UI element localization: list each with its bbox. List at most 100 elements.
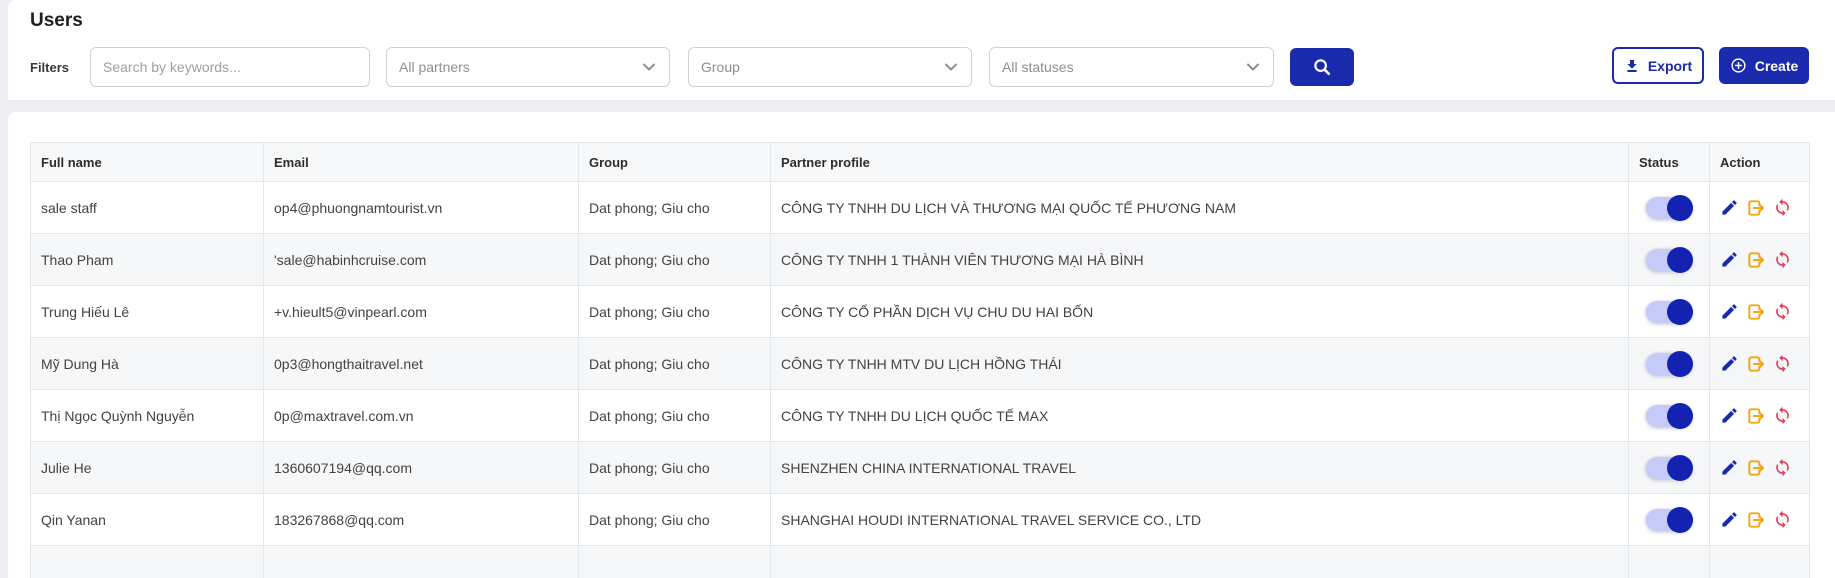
pencil-icon[interactable] xyxy=(1720,406,1739,425)
group-filter-value: Group xyxy=(701,59,740,75)
status-toggle[interactable] xyxy=(1646,405,1692,427)
partner-filter-value: All partners xyxy=(399,59,470,75)
cell-status xyxy=(1629,442,1710,494)
cell-full-name: Thao Pham xyxy=(31,234,264,286)
column-header-partner-profile: Partner profile xyxy=(771,143,1629,182)
column-header-email: Email xyxy=(264,143,579,182)
pencil-icon[interactable] xyxy=(1720,250,1739,269)
cell-action xyxy=(1710,286,1810,338)
cell-full-name: Trung Hiếu Lê xyxy=(31,286,264,338)
cell-partner-profile: CÔNG TY TNHH DU LỊCH VÀ THƯƠNG MẠI QUỐC … xyxy=(771,182,1629,234)
cell-action xyxy=(1710,182,1810,234)
cell-email: op4@phuongnamtourist.vn xyxy=(264,182,579,234)
cell-partner-profile: SHENZHEN CHINA INTERNATIONAL TRAVEL xyxy=(771,442,1629,494)
chevron-down-icon xyxy=(641,59,657,75)
box-arrow-right-icon[interactable] xyxy=(1746,302,1766,322)
refresh-icon[interactable] xyxy=(1773,510,1792,529)
cell-partner-profile: CÔNG TY TNHH DU LỊCH QUỐC TẾ MAX xyxy=(771,390,1629,442)
group-filter-dropdown[interactable]: Group xyxy=(688,47,972,87)
refresh-icon[interactable] xyxy=(1773,458,1792,477)
box-arrow-right-icon[interactable] xyxy=(1746,458,1766,478)
plus-circle-icon xyxy=(1730,57,1747,74)
table-row: Thị Ngọc Quỳnh Nguyễn 0p@maxtravel.com.v… xyxy=(31,390,1810,442)
cell-status xyxy=(1629,182,1710,234)
cell-action xyxy=(1710,390,1810,442)
status-toggle-knob xyxy=(1667,403,1693,429)
refresh-icon[interactable] xyxy=(1773,354,1792,373)
table-body: sale staff op4@phuongnamtourist.vn Dat p… xyxy=(31,182,1810,578)
export-button[interactable]: Export xyxy=(1612,47,1704,84)
pencil-icon[interactable] xyxy=(1720,198,1739,217)
status-toggle-knob xyxy=(1667,455,1693,481)
status-toggle[interactable] xyxy=(1646,249,1692,271)
create-button[interactable]: Create xyxy=(1719,47,1809,84)
refresh-icon[interactable] xyxy=(1773,198,1792,217)
cell-full-name: sale staff xyxy=(31,182,264,234)
cell-email: 'sale@habinhcruise.com xyxy=(264,234,579,286)
cell-group: Dat phong; Giu cho xyxy=(579,442,771,494)
chevron-down-icon xyxy=(1245,59,1261,75)
table-row: Qin Yanan 183267868@qq.com Dat phong; Gi… xyxy=(31,494,1810,546)
box-arrow-right-icon[interactable] xyxy=(1746,354,1766,374)
cell-full-name: Thị Ngọc Quỳnh Nguyễn xyxy=(31,390,264,442)
search-icon xyxy=(1312,57,1332,77)
status-toggle[interactable] xyxy=(1646,353,1692,375)
cell-action xyxy=(1710,494,1810,546)
cell-group: Dat phong; Giu cho xyxy=(579,494,771,546)
pencil-icon[interactable] xyxy=(1720,354,1739,373)
cell-status xyxy=(1629,234,1710,286)
cell-group: Dat phong; Giu cho xyxy=(579,338,771,390)
cell-group: Dat phong; Giu cho xyxy=(579,286,771,338)
status-toggle[interactable] xyxy=(1646,457,1692,479)
table-row: Mỹ Dung Hà 0p3@hongthaitravel.net Dat ph… xyxy=(31,338,1810,390)
cell-email: 0p3@hongthaitravel.net xyxy=(264,338,579,390)
search-button[interactable] xyxy=(1290,48,1354,86)
status-toggle-knob xyxy=(1667,195,1693,221)
page-title: Users xyxy=(30,10,83,32)
status-toggle-knob xyxy=(1667,351,1693,377)
pencil-icon[interactable] xyxy=(1720,458,1739,477)
cell-email: 183267868@qq.com xyxy=(264,494,579,546)
chevron-down-icon xyxy=(943,59,959,75)
status-toggle[interactable] xyxy=(1646,197,1692,219)
table-row: Trung Hiếu Lê +v.hieult5@vinpearl.com Da… xyxy=(31,286,1810,338)
column-header-full-name: Full name xyxy=(31,143,264,182)
cell-status xyxy=(1629,338,1710,390)
create-button-label: Create xyxy=(1755,58,1799,74)
box-arrow-right-icon[interactable] xyxy=(1746,198,1766,218)
cell-email: +v.hieult5@vinpearl.com xyxy=(264,286,579,338)
partner-filter-dropdown[interactable]: All partners xyxy=(386,47,670,87)
table-row: Julie He 1360607194@qq.com Dat phong; Gi… xyxy=(31,442,1810,494)
status-filter-dropdown[interactable]: All statuses xyxy=(989,47,1274,87)
pencil-icon[interactable] xyxy=(1720,302,1739,321)
cell-status xyxy=(1629,494,1710,546)
filters-label: Filters xyxy=(30,60,69,75)
box-arrow-right-icon[interactable] xyxy=(1746,406,1766,426)
cell-partner-profile: SHANGHAI HOUDI INTERNATIONAL TRAVEL SERV… xyxy=(771,494,1629,546)
cell-status xyxy=(1629,286,1710,338)
cell-status xyxy=(1629,390,1710,442)
header-card: Users Filters All partners Group All sta… xyxy=(8,0,1835,100)
pencil-icon[interactable] xyxy=(1720,510,1739,529)
table-row: sale staff op4@phuongnamtourist.vn Dat p… xyxy=(31,182,1810,234)
download-icon xyxy=(1624,58,1640,74)
status-toggle-knob xyxy=(1667,299,1693,325)
search-input[interactable] xyxy=(90,47,370,87)
table-header-row: Full name Email Group Partner profile St… xyxy=(31,143,1810,182)
cell-partner-profile: CÔNG TY TNHH 1 THÀNH VIÊN THƯƠNG MẠI HÀ … xyxy=(771,234,1629,286)
box-arrow-right-icon[interactable] xyxy=(1746,250,1766,270)
status-toggle[interactable] xyxy=(1646,509,1692,531)
export-button-label: Export xyxy=(1648,58,1692,74)
cell-action xyxy=(1710,338,1810,390)
refresh-icon[interactable] xyxy=(1773,406,1792,425)
column-header-group: Group xyxy=(579,143,771,182)
status-toggle-knob xyxy=(1667,247,1693,273)
refresh-icon[interactable] xyxy=(1773,302,1792,321)
refresh-icon[interactable] xyxy=(1773,250,1792,269)
cell-group: Dat phong; Giu cho xyxy=(579,390,771,442)
cell-action xyxy=(1710,234,1810,286)
status-toggle-knob xyxy=(1667,507,1693,533)
cell-partner-profile: CÔNG TY TNHH MTV DU LỊCH HỒNG THÁI xyxy=(771,338,1629,390)
status-toggle[interactable] xyxy=(1646,301,1692,323)
box-arrow-right-icon[interactable] xyxy=(1746,510,1766,530)
